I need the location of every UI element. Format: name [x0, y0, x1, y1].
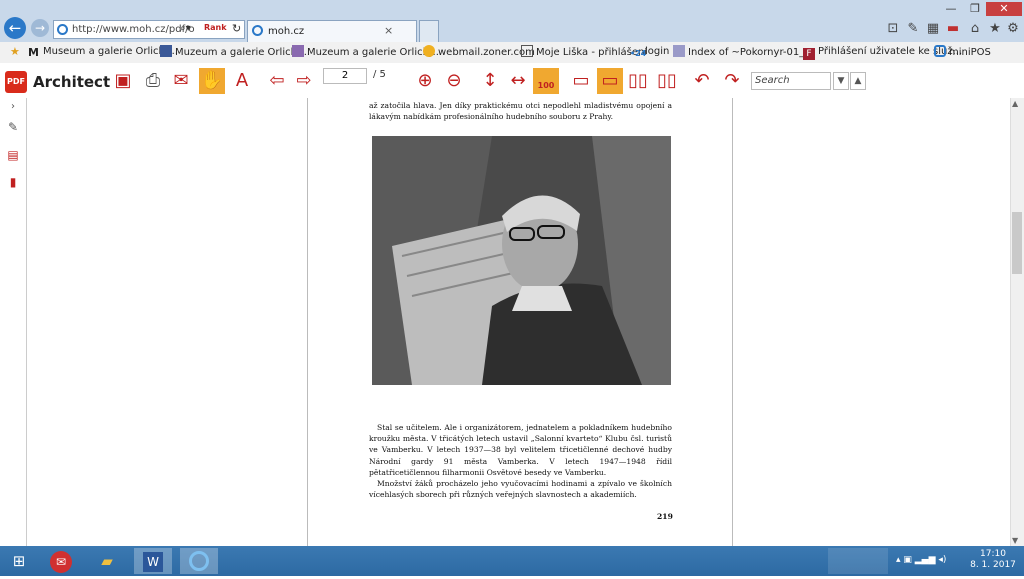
- favorites-star-icon[interactable]: ★: [988, 22, 1002, 36]
- continuous-page-icon[interactable]: ▭: [597, 68, 623, 94]
- clock-date: 8. 1. 2017: [970, 560, 1016, 570]
- expand-sidebar-icon[interactable]: ›: [6, 100, 20, 114]
- forward-button[interactable]: →: [31, 19, 49, 37]
- notification-area: [828, 548, 888, 574]
- rotate-right-icon[interactable]: ↷: [719, 68, 745, 94]
- fit-height-icon[interactable]: ↕: [477, 68, 503, 94]
- actual-size-icon[interactable]: 100: [533, 68, 559, 94]
- search-icon[interactable]: ⌕▾: [180, 23, 191, 34]
- clock[interactable]: 17:10 8. 1. 2017: [968, 549, 1018, 571]
- zoom-in-icon[interactable]: ⊕: [412, 68, 438, 94]
- favorite-item[interactable]: webmail.zoner.com: [423, 45, 535, 60]
- tray-icons[interactable]: ▴ ▣ ▂▄▆ ◂): [896, 555, 946, 565]
- page-total: / 5: [373, 69, 386, 80]
- settings-icon[interactable]: ✎: [906, 22, 920, 36]
- favorite-item[interactable]: •24login: [630, 45, 669, 59]
- favorite-item[interactable]: Muzeum a galerie Orlický...: [292, 45, 442, 60]
- home-icon[interactable]: ⌂: [968, 22, 982, 36]
- file-explorer-icon[interactable]: ▰: [88, 548, 126, 574]
- app-name: Architect: [33, 73, 111, 91]
- address-text: http://www.moh.cz/pdf/o: [72, 24, 195, 35]
- facebook-icon: [160, 45, 172, 57]
- rotate-left-icon[interactable]: ↶: [689, 68, 715, 94]
- ie-icon: [57, 24, 68, 35]
- flag-cz-icon[interactable]: ▬: [946, 22, 960, 36]
- flag-uk-icon[interactable]: ▦: [926, 22, 940, 36]
- paragraph-2: Množství žáků procházelo jeho vyučovacím…: [369, 479, 672, 500]
- zoom-out-icon[interactable]: ⊖: [441, 68, 467, 94]
- pdf-logo-icon: PDF: [5, 71, 27, 93]
- thumbnails-icon[interactable]: ▤: [6, 148, 20, 162]
- email-icon[interactable]: ✉: [168, 68, 194, 94]
- scrollbar-thumb[interactable]: [1012, 212, 1022, 274]
- portrait-drawing: [372, 136, 671, 385]
- index-icon: [673, 45, 685, 57]
- tab-title: moh.cz: [268, 26, 305, 37]
- new-tab-button[interactable]: [419, 20, 439, 42]
- favorite-item[interactable]: M Museum a galerie Orlický...: [28, 45, 178, 59]
- paragraph-1: Stal se učitelem. Ale i organizátorem, j…: [369, 423, 672, 477]
- search-input[interactable]: Search: [751, 72, 831, 90]
- back-button[interactable]: ←: [4, 17, 26, 39]
- previous-page-icon[interactable]: ⇦: [264, 68, 290, 94]
- text-select-icon[interactable]: A: [229, 68, 255, 94]
- attachment-icon[interactable]: ✎: [6, 120, 20, 134]
- vertical-scrollbar[interactable]: [1010, 98, 1024, 546]
- favorite-item[interactable]: Moje Liška - přihlášení: [521, 45, 647, 60]
- portrait-photo: [372, 136, 671, 385]
- save-icon[interactable]: ▣: [110, 68, 136, 94]
- search-down-button[interactable]: ▼: [833, 72, 849, 90]
- single-page-icon[interactable]: ▭: [568, 68, 594, 94]
- minimize-button[interactable]: —: [940, 2, 962, 16]
- favorite-item[interactable]: miniPOS: [934, 45, 991, 60]
- pdf-sidebar: [0, 98, 27, 546]
- refresh-icon[interactable]: ↻: [232, 22, 241, 35]
- f-logo-icon: F: [803, 48, 815, 60]
- fit-width-icon[interactable]: ↔: [505, 68, 531, 94]
- two-page-continuous-icon[interactable]: ▯▯: [654, 68, 680, 94]
- rank-badge[interactable]: Rank: [204, 23, 227, 32]
- search-up-button[interactable]: ▲: [850, 72, 866, 90]
- clock-time: 17:10: [980, 549, 1006, 559]
- 24-icon: •24: [630, 49, 647, 58]
- favorite-item[interactable]: Index of ~Pokornyr-01_...: [673, 45, 814, 60]
- internet-explorer-icon[interactable]: [180, 548, 218, 574]
- add-favorite-star-icon[interactable]: ★: [10, 45, 20, 58]
- start-windows-icon[interactable]: ⊞: [0, 548, 38, 574]
- page-icon: [521, 45, 533, 57]
- word-icon[interactable]: W: [134, 548, 172, 574]
- addon-icon[interactable]: ⊡: [886, 22, 900, 36]
- print-icon[interactable]: ⎙: [140, 68, 166, 94]
- bookmarks-icon[interactable]: ▮: [6, 175, 20, 189]
- hand-tool-icon[interactable]: ✋: [199, 68, 225, 94]
- restore-button[interactable]: ❐: [964, 2, 986, 16]
- site-icon: [292, 45, 304, 57]
- favorite-item[interactable]: Muzeum a galerie Orlický...: [160, 45, 310, 60]
- close-window-button[interactable]: ✕: [986, 2, 1022, 16]
- page-number: 219: [657, 512, 673, 521]
- tools-gear-icon[interactable]: ⚙: [1006, 22, 1020, 36]
- tab-close-button[interactable]: ×: [384, 24, 393, 37]
- zoner-icon: [423, 45, 435, 57]
- next-page-icon[interactable]: ⇨: [291, 68, 317, 94]
- scroll-up-icon[interactable]: ▲: [1012, 99, 1018, 108]
- page-number-input[interactable]: 2: [323, 68, 367, 84]
- paragraph-top: až zatočila hlava. Jen díky praktickému …: [369, 101, 672, 122]
- mail-app-icon[interactable]: ✉: [42, 548, 80, 574]
- tab-favicon-icon: [252, 25, 263, 36]
- minipos-icon: [934, 45, 946, 57]
- two-page-icon[interactable]: ▯▯: [625, 68, 651, 94]
- scroll-down-icon[interactable]: ▼: [1012, 536, 1018, 545]
- m-logo-icon: M: [28, 46, 39, 59]
